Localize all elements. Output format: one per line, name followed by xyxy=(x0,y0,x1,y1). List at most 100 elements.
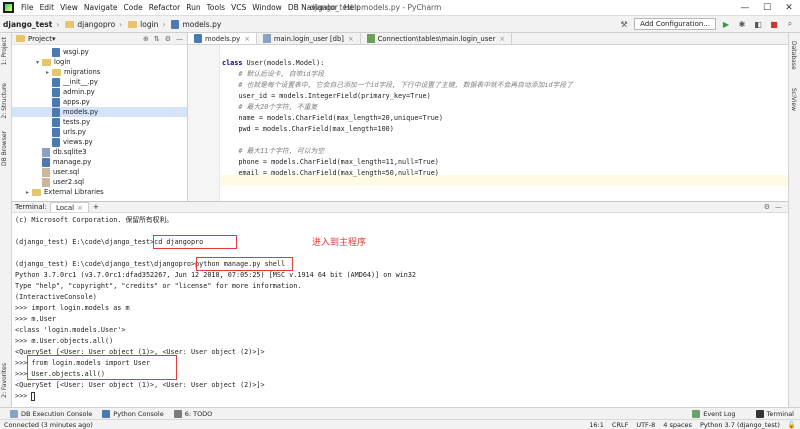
code-line[interactable]: class User(models.Model): xyxy=(222,58,573,69)
line-separator[interactable]: CRLF xyxy=(612,421,628,429)
terminal-cursor[interactable] xyxy=(31,391,36,401)
lock-icon[interactable]: 🔓 xyxy=(788,421,796,429)
tree-item[interactable]: __init__.py xyxy=(12,77,98,87)
file-encoding[interactable]: UTF-8 xyxy=(636,421,655,429)
menu-vcs[interactable]: VCS xyxy=(228,3,249,12)
code-line[interactable]: # 也就是每个设置表中, 它会自己添加一个id字段, 下行中设置了主键, 数据表… xyxy=(222,80,573,91)
caret-position[interactable]: 16:1 xyxy=(589,421,604,429)
debug-icon[interactable]: ✱ xyxy=(736,18,748,30)
tree-item[interactable]: user.sql xyxy=(12,167,79,177)
python-console-button[interactable]: Python Console xyxy=(102,409,164,418)
code-line[interactable]: name = models.CharField(max_length=20,un… xyxy=(222,113,573,124)
coverage-icon[interactable]: ◧ xyxy=(752,18,764,30)
stop-icon[interactable]: ■ xyxy=(768,18,780,30)
menu-code[interactable]: Code xyxy=(121,3,146,12)
python-interpreter[interactable]: Python 3.7 (django_test) xyxy=(700,421,780,429)
menu-view[interactable]: View xyxy=(57,3,81,12)
collapse-icon[interactable]: ⇅ xyxy=(154,35,160,43)
breadcrumb-project[interactable]: django_test › xyxy=(0,20,62,29)
close-button[interactable]: ✕ xyxy=(778,0,800,16)
menu-navigate[interactable]: Navigate xyxy=(81,3,121,12)
code-line[interactable]: # 最大11个字符, 可以为空 xyxy=(222,146,573,157)
maximize-button[interactable]: ☐ xyxy=(756,0,778,16)
menu-window[interactable]: Window xyxy=(249,3,285,12)
python-file-icon xyxy=(52,137,60,147)
code-line[interactable]: # 最大20个字符, 不重复 xyxy=(222,102,573,113)
todo-button[interactable]: 6: TODO xyxy=(173,409,212,418)
tool-favorites[interactable]: 2: Favorites xyxy=(1,363,8,398)
event-log-button[interactable]: Event Log xyxy=(692,409,736,418)
code-line[interactable]: # 默认后设卡, 自带id字段 xyxy=(222,69,573,80)
terminal-line-text: <class 'login.models.User'> xyxy=(15,326,126,334)
tab-models-py[interactable]: models.py × xyxy=(188,33,257,44)
tree-item[interactable]: tests.py xyxy=(12,117,90,127)
tree-item[interactable]: ▾ login xyxy=(12,57,71,67)
code-line[interactable] xyxy=(222,135,573,146)
code-line[interactable] xyxy=(222,179,573,190)
folder-icon xyxy=(42,58,51,66)
close-tab-icon[interactable]: × xyxy=(77,204,83,212)
search-icon[interactable]: ⌕ xyxy=(784,18,796,30)
terminal-line: >>> m.User.objects.all() xyxy=(15,336,416,347)
code-line[interactable]: email = models.CharField(max_length=50,n… xyxy=(222,168,573,179)
breadcrumb-models[interactable]: models.py xyxy=(168,19,224,29)
tree-item-label: user.sql xyxy=(53,168,80,176)
menu-run[interactable]: Run xyxy=(183,3,203,12)
folder-icon xyxy=(128,20,138,28)
terminal-line-text: Python 3.7.0rc1 (v3.7.0rc1:dfad352267, J… xyxy=(15,271,417,279)
menu-edit[interactable]: Edit xyxy=(37,3,58,12)
hide-icon[interactable]: — xyxy=(775,203,782,211)
indent-setting[interactable]: 4 spaces xyxy=(663,421,692,429)
menu-tools[interactable]: Tools xyxy=(204,3,228,12)
db-execution-console-button[interactable]: DB Execution Console xyxy=(10,409,92,418)
tool-sciview[interactable]: SciView xyxy=(790,88,797,111)
tree-item[interactable]: admin.py xyxy=(12,87,95,97)
code-line[interactable]: user_id = models.IntegerField(primary_ke… xyxy=(222,91,573,102)
tree-item[interactable]: models.py xyxy=(12,107,187,117)
tree-item[interactable]: manage.py xyxy=(12,157,91,167)
tree-item[interactable]: wsgi.py xyxy=(12,47,89,57)
run-icon[interactable]: ▶ xyxy=(720,18,732,30)
code-line[interactable]: phone = models.CharField(max_length=11,n… xyxy=(222,157,573,168)
settings-gear-icon[interactable]: ⚙ xyxy=(165,35,171,43)
tab-connection-tables[interactable]: Connection\tables\main.login_user × xyxy=(361,33,513,44)
minimize-button[interactable]: — xyxy=(734,0,756,16)
add-terminal-icon[interactable]: + xyxy=(93,203,99,211)
breadcrumb-djangopro[interactable]: djangopro › xyxy=(62,20,125,29)
tree-item[interactable]: db.sqlite3 xyxy=(12,147,87,157)
code-line[interactable]: pwd = models.CharField(max_length=100) xyxy=(222,124,573,135)
build-hammer-icon[interactable]: ⚒ xyxy=(618,18,630,30)
close-tab-icon[interactable]: × xyxy=(499,35,505,43)
tab-login-user-db[interactable]: main.login_user [db] × xyxy=(257,33,361,44)
menu-file[interactable]: File xyxy=(18,3,37,12)
project-panel-title[interactable]: Project xyxy=(28,35,52,43)
tree-item[interactable]: user2.sql xyxy=(12,177,84,187)
hide-icon[interactable]: — xyxy=(176,35,183,43)
folder-icon xyxy=(52,68,61,76)
terminal-tab-local[interactable]: Local × xyxy=(49,202,89,212)
add-configuration-button[interactable]: Add Configuration... xyxy=(634,18,716,30)
code-area[interactable]: class User(models.Model): # 默认后设卡, 自带id字… xyxy=(222,47,573,190)
tool-structure[interactable]: 2: Structure xyxy=(1,83,8,119)
terminal-line-text: >>> m.User.objects.all() xyxy=(15,337,114,345)
tool-database[interactable]: Database xyxy=(790,41,797,70)
code-line[interactable] xyxy=(222,47,573,58)
tool-db-browser[interactable]: DB Browser xyxy=(1,131,8,166)
dropdown-icon[interactable]: ▾ xyxy=(52,35,56,43)
close-tab-icon[interactable]: × xyxy=(348,35,354,43)
close-tab-icon[interactable]: × xyxy=(244,35,250,43)
tree-item[interactable]: views.py xyxy=(12,137,93,147)
terminal-line-text: Type "help", "copyright", "credits" or "… xyxy=(15,282,302,290)
settings-gear-icon[interactable]: ⚙ xyxy=(764,203,770,211)
menu-refactor[interactable]: Refactor xyxy=(146,3,183,12)
tree-item-label: wsgi.py xyxy=(63,48,89,56)
tree-item[interactable]: ▸ External Libraries xyxy=(12,187,104,197)
locate-icon[interactable]: ⊕ xyxy=(143,35,149,43)
status-message[interactable]: Connected (3 minutes ago) xyxy=(4,421,93,429)
breadcrumb-login[interactable]: login › xyxy=(125,20,168,29)
tree-item[interactable]: ▸ migrations xyxy=(12,67,100,77)
tree-item[interactable]: apps.py xyxy=(12,97,90,107)
tool-project[interactable]: 1: Project xyxy=(1,37,8,65)
terminal-button[interactable]: Terminal xyxy=(755,409,794,418)
tree-item[interactable]: urls.py xyxy=(12,127,86,137)
